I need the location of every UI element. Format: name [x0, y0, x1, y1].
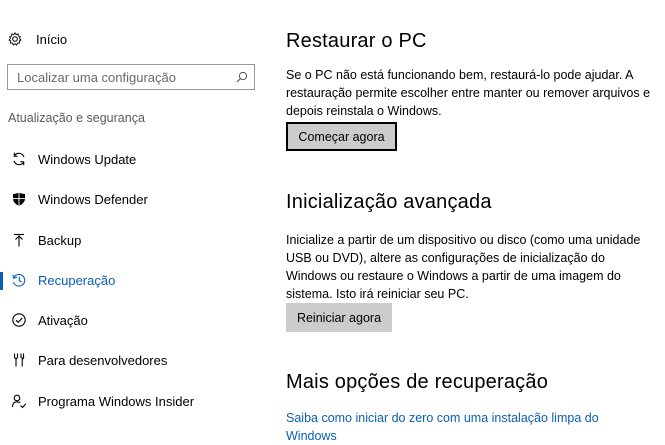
search-input[interactable] — [8, 66, 230, 88]
sidebar-item-label: Windows Defender — [38, 191, 148, 207]
clean-install-link[interactable]: Saiba como iniciar do zero com uma insta… — [286, 409, 626, 445]
sidebar-item-recuperacao[interactable]: Recuperação — [0, 263, 268, 297]
sidebar-item-label: Backup — [38, 232, 82, 248]
restart-now-button[interactable]: Reiniciar agora — [286, 303, 392, 332]
sidebar-item-windows-update[interactable]: Windows Update — [0, 142, 268, 176]
developer-tools-icon — [10, 351, 28, 369]
sidebar-item-windows-defender[interactable]: Windows Defender — [0, 182, 268, 216]
sidebar-item-label: Para desenvolvedores — [38, 352, 168, 368]
more-recovery-options-title: Mais opções de recuperação — [286, 371, 549, 393]
sidebar-item-label: Programa Windows Insider — [38, 393, 195, 409]
sidebar-item-insider[interactable]: Programa Windows Insider — [0, 384, 268, 418]
active-indicator — [0, 272, 3, 290]
search-box — [7, 64, 255, 90]
reset-pc-description: Se o PC não está funcionando bem, restau… — [286, 68, 651, 118]
sidebar-item-ativacao[interactable]: Ativação — [0, 303, 268, 337]
search-icon[interactable] — [230, 71, 254, 83]
gear-icon — [8, 32, 22, 46]
sidebar-item-label: Ativação — [38, 312, 88, 328]
sync-icon — [10, 150, 28, 168]
start-now-button[interactable]: Começar agora — [286, 122, 397, 151]
recovery-clock-icon — [10, 271, 28, 289]
advanced-startup-title: Inicialização avançada — [286, 191, 492, 213]
home-nav-item[interactable]: Início — [8, 29, 67, 49]
sidebar-item-desenvolvedores[interactable]: Para desenvolvedores — [0, 343, 268, 377]
section-label: Atualização e segurança — [8, 111, 145, 125]
home-label: Início — [36, 31, 68, 47]
check-circle-icon — [10, 311, 28, 329]
sidebar: Início Atualização e segurança Windows U… — [0, 0, 270, 435]
backup-arrow-icon — [10, 231, 28, 249]
sidebar-item-label: Recuperação — [38, 272, 116, 288]
advanced-startup-description: Inicialize a partir de um dispositivo ou… — [286, 233, 641, 301]
sidebar-item-backup[interactable]: Backup — [0, 223, 268, 257]
sidebar-item-label: Windows Update — [38, 151, 137, 167]
shield-icon — [10, 190, 28, 208]
insider-person-icon — [10, 392, 28, 410]
reset-pc-title: Restaurar o PC — [286, 30, 427, 52]
